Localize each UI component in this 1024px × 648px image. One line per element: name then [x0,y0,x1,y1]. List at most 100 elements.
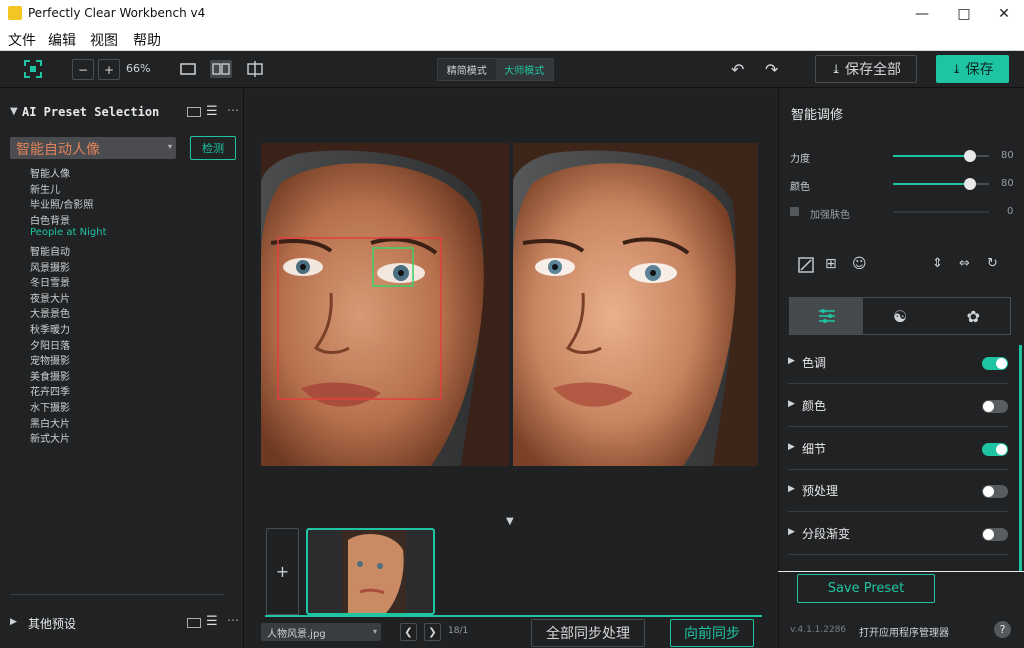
skin-value: 0 [1007,206,1014,217]
expand-arrow-icon[interactable]: ▶ [10,617,17,627]
save-preset-button[interactable]: Save Preset [797,574,935,603]
section-preprocess[interactable]: ▶ 预处理 [788,472,1008,512]
grid-view-icon[interactable] [187,107,201,117]
flip-horizontal-icon[interactable]: ⇔ [959,256,970,271]
palette-icon: ✿ [966,306,981,326]
zoom-out-button[interactable]: − [72,59,94,80]
filmstrip-toggle-icon[interactable]: ▼ [506,516,514,527]
menu-view[interactable]: 视图 [90,30,118,50]
section-toggle[interactable] [982,485,1008,498]
add-image-button[interactable]: + [266,528,299,615]
section-label: 细节 [802,442,827,456]
list-view-icon[interactable]: ☰ [206,614,218,629]
section-color[interactable]: ▶ 颜色 [788,387,1008,427]
compare-view-icon[interactable] [246,60,264,81]
menu-edit[interactable]: 编辑 [48,30,76,50]
minimize-button[interactable]: — [900,0,944,27]
preset-item[interactable]: 大景景色 [30,305,70,320]
section-gradient[interactable]: ▶ 分段渐变 [788,515,1008,555]
preset-dropdown[interactable]: 智能自动人像 ▾ [10,137,176,159]
curves-icon[interactable] [798,257,814,276]
skin-checkbox[interactable] [790,207,799,216]
expand-arrow-icon: ▶ [788,484,795,494]
preset-item[interactable]: 新生儿 [30,181,60,196]
preset-item[interactable]: 智能人像 [30,165,70,180]
preset-item[interactable]: 秋季暖力 [30,321,70,336]
section-label: 分段渐变 [802,527,851,541]
section-toggle[interactable] [982,528,1008,541]
preset-item[interactable]: 新式大片 [30,430,70,445]
slider-label-color: 颜色 [790,182,810,193]
crop-icon[interactable]: ⊞ [825,256,837,272]
preset-item[interactable]: 宠物摄影 [30,352,70,367]
help-icon[interactable]: ? [994,621,1011,638]
expand-arrow-icon: ▶ [788,356,795,366]
section-toggle[interactable] [982,357,1008,370]
mode-master-tab[interactable]: 大师模式 [495,59,553,80]
list-view-icon[interactable]: ☰ [206,104,218,119]
smart-retouch-title: 智能调修 [791,108,844,123]
menu-bar: 文件 编辑 视图 帮助 [0,27,1024,51]
menu-help[interactable]: 帮助 [133,30,161,50]
chevron-down-icon: ▾ [372,627,377,636]
zoom-level: 66% [126,62,151,75]
thumbnail[interactable] [306,528,435,615]
preset-item[interactable]: 冬日雪景 [30,274,70,289]
more-options-icon[interactable]: ⋯ [227,613,239,627]
panel-scrollbar[interactable] [1019,345,1022,571]
maximize-button[interactable]: □ [942,0,986,27]
save-all-button[interactable]: ⤓ 保存全部 [815,55,917,83]
preset-dropdown-value: 智能自动人像 [16,142,100,158]
more-options-icon[interactable]: ⋯ [227,103,239,117]
face-icon[interactable]: ☺ [852,256,867,272]
strength-slider[interactable] [893,150,989,162]
fit-screen-icon[interactable] [24,60,42,78]
slider-handle[interactable] [963,178,976,190]
preset-item[interactable]: 风景摄影 [30,259,70,274]
preset-item[interactable]: People at Night [30,227,107,238]
preset-item[interactable]: 美食摄影 [30,368,70,383]
sync-forward-button[interactable]: 向前同步 [670,619,754,647]
single-view-icon[interactable] [180,62,196,79]
preset-item[interactable]: 花卉四季 [30,383,70,398]
flip-vertical-icon[interactable]: ⇕ [932,256,943,271]
split-view-icon[interactable] [210,60,232,78]
tab-portrait[interactable]: ☯ [863,298,936,334]
open-manager-link[interactable]: 打开应用程序管理器 [859,624,949,639]
preset-item[interactable]: 白色背景 [30,212,70,227]
prev-image-button[interactable]: ❮ [400,623,417,641]
grid-view-icon[interactable] [187,618,201,628]
tab-adjust[interactable] [790,298,864,334]
menu-file[interactable]: 文件 [8,30,36,50]
undo-icon[interactable]: ↶ [731,60,744,79]
sync-all-button[interactable]: 全部同步处理 [531,619,645,647]
file-dropdown[interactable]: 人物风景.jpg ▾ [261,623,381,641]
preset-panel-header: AI Preset Selection [22,105,160,119]
preset-item[interactable]: 夕阳日落 [30,337,70,352]
preset-item[interactable]: 夜景大片 [30,290,70,305]
rotate-icon[interactable]: ↻ [987,256,998,271]
preset-item[interactable]: 水下摄影 [30,399,70,414]
sliders-icon [818,309,835,323]
next-image-button[interactable]: ❯ [424,623,441,641]
section-tone[interactable]: ▶ 色调 [788,344,1008,384]
color-slider[interactable] [893,178,989,190]
mode-simple-tab[interactable]: 精简模式 [438,59,496,80]
close-button[interactable]: ✕ [982,0,1024,27]
save-button[interactable]: ⤓ 保存 [936,55,1009,83]
slider-handle[interactable] [963,150,976,162]
section-toggle[interactable] [982,400,1008,413]
expand-arrow-icon: ▶ [788,527,795,537]
tab-creative[interactable]: ✿ [937,298,1010,334]
section-toggle[interactable] [982,443,1008,456]
detect-button[interactable]: 检测 [190,136,236,160]
preset-item[interactable]: 毕业照/合影照 [30,196,93,211]
zoom-in-button[interactable]: + [98,59,120,80]
section-detail[interactable]: ▶ 细节 [788,430,1008,470]
collapse-arrow-icon[interactable]: ▼ [10,106,18,117]
preset-item[interactable]: 智能自动 [30,243,70,258]
before-image [261,143,509,466]
redo-icon[interactable]: ↷ [765,60,778,79]
other-presets-label[interactable]: 其他预设 [28,615,76,632]
preset-item[interactable]: 黑白大片 [30,415,70,430]
